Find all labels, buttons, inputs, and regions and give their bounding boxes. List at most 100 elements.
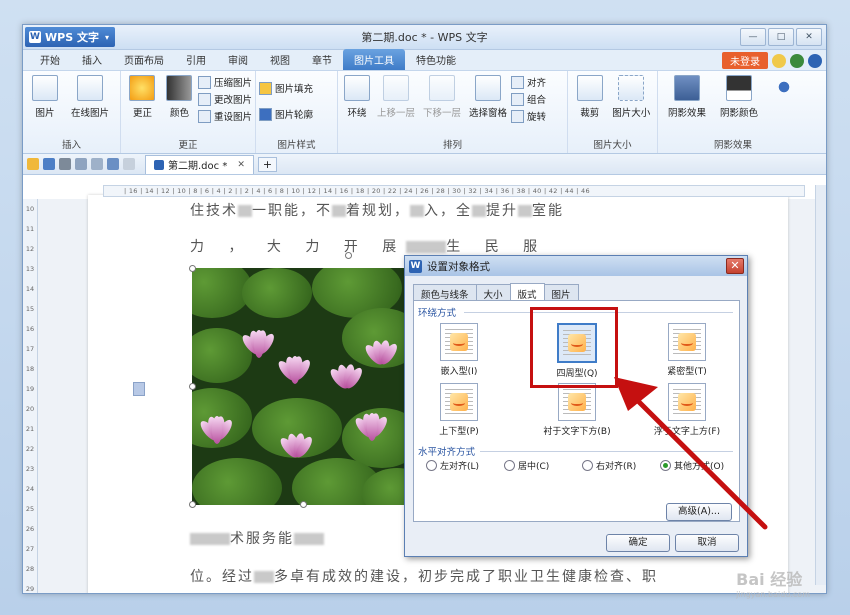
align-center-radio[interactable]: 居中(C) bbox=[504, 459, 549, 472]
resize-handle[interactable] bbox=[345, 252, 352, 259]
tab-home[interactable]: 开始 bbox=[29, 49, 71, 70]
wrap-option-inline[interactable]: 嵌入型(I) bbox=[414, 323, 504, 377]
ok-button[interactable]: 确定 bbox=[606, 534, 670, 552]
minimize-button[interactable]: — bbox=[740, 28, 766, 46]
align-left-radio[interactable]: 左对齐(L) bbox=[426, 459, 479, 472]
spellcheck-icon[interactable] bbox=[91, 158, 103, 170]
online-picture-label: 在线图片 bbox=[70, 108, 109, 119]
watermark-sub: jingyan.baidu.com bbox=[736, 590, 810, 599]
cancel-button[interactable]: 取消 bbox=[675, 534, 739, 552]
radio-label: 左对齐(L) bbox=[440, 462, 480, 472]
maximize-button[interactable]: □ bbox=[768, 28, 794, 46]
skin-icon[interactable] bbox=[772, 53, 786, 68]
tab-references[interactable]: 引用 bbox=[175, 49, 217, 70]
group-size-label: 图片大小 bbox=[593, 140, 632, 151]
shadow-effect-label: 阴影效果 bbox=[667, 108, 706, 119]
tab-picture-tools[interactable]: 图片工具 bbox=[343, 49, 405, 70]
tab-insert[interactable]: 插入 bbox=[71, 49, 113, 70]
align-button[interactable]: 对齐 bbox=[511, 75, 546, 89]
group-icon bbox=[511, 92, 524, 106]
new-tab-button[interactable]: + bbox=[257, 156, 278, 172]
dialog-close-button[interactable]: ✕ bbox=[726, 258, 744, 274]
document-tab[interactable]: 第二期.doc * ✕ bbox=[145, 154, 254, 174]
tab-page-layout[interactable]: 页面布局 bbox=[113, 49, 175, 70]
redaction bbox=[472, 205, 486, 217]
color-button[interactable]: 颜色 bbox=[162, 73, 197, 119]
dialog-title-bar[interactable]: W 设置对象格式 ✕ bbox=[405, 256, 747, 276]
reset-picture-button[interactable]: 重设图片 bbox=[197, 109, 252, 123]
compress-label: 压缩图片 bbox=[213, 78, 252, 89]
open-icon[interactable] bbox=[27, 158, 39, 170]
text-run: 位。经过 bbox=[190, 569, 254, 585]
vruler-mark: 28 bbox=[25, 565, 35, 573]
resize-handle[interactable] bbox=[189, 265, 196, 272]
bring-forward-button[interactable]: 上移一层 bbox=[374, 73, 418, 119]
wrap-option-label: 紧密型(T) bbox=[667, 367, 707, 377]
ribbon-tabs: 开始 插入 页面布局 引用 审阅 视图 章节 图片工具 特色功能 未登录 bbox=[23, 49, 826, 70]
shadow-nudge-buttons[interactable] bbox=[766, 73, 802, 99]
selection-pane-icon bbox=[475, 75, 501, 101]
right-scrollbar[interactable] bbox=[815, 185, 826, 585]
shadow-effect-button[interactable]: 阴影效果 bbox=[662, 73, 712, 119]
print-preview-icon[interactable] bbox=[75, 158, 87, 170]
group-style: 图片填充 图片轮廓 图片样式 bbox=[256, 71, 338, 153]
advanced-button[interactable]: 高级(A)... bbox=[666, 503, 732, 521]
vruler-mark: 20 bbox=[25, 405, 35, 413]
tab-features[interactable]: 特色功能 bbox=[405, 49, 467, 70]
wrap-top-bottom-icon bbox=[440, 383, 478, 421]
align-right-radio[interactable]: 右对齐(R) bbox=[582, 459, 636, 472]
picture-size-button[interactable]: 图片大小 bbox=[610, 73, 653, 119]
picture-fill-button[interactable]: 图片填充 bbox=[259, 81, 313, 95]
wrap-option-top-bottom[interactable]: 上下型(P) bbox=[414, 383, 504, 437]
compress-picture-button[interactable]: 压缩图片 bbox=[197, 75, 252, 89]
resize-handle[interactable] bbox=[300, 501, 307, 508]
vertical-ruler[interactable]: 10 11 12 13 14 15 16 17 18 19 20 21 22 2… bbox=[23, 199, 38, 593]
app-menu-button[interactable]: W WPS 文字 ▾ bbox=[25, 27, 115, 47]
wrap-button[interactable]: 环绕 bbox=[342, 73, 372, 119]
close-icon[interactable]: ✕ bbox=[237, 160, 245, 170]
help-icon[interactable] bbox=[790, 53, 804, 68]
save-icon[interactable] bbox=[43, 158, 55, 170]
wrap-option-tight[interactable]: 紧密型(T) bbox=[642, 323, 732, 377]
group-insert: 图片 在线图片 插入 bbox=[23, 71, 121, 153]
correct-button[interactable]: 更正 bbox=[125, 73, 160, 119]
app-name: WPS 文字 bbox=[45, 31, 99, 44]
selected-picture[interactable] bbox=[192, 268, 411, 505]
selection-pane-button[interactable]: 选择窗格 bbox=[466, 73, 510, 119]
tab-review[interactable]: 审阅 bbox=[217, 49, 259, 70]
group-button[interactable]: 组合 bbox=[511, 92, 546, 106]
resize-handle[interactable] bbox=[189, 383, 196, 390]
dialog-title: 设置对象格式 bbox=[427, 260, 490, 273]
vruler-mark: 11 bbox=[25, 225, 35, 233]
print-icon[interactable] bbox=[59, 158, 71, 170]
wrap-option-in-front[interactable]: 浮于文字上方(F) bbox=[642, 383, 732, 437]
crop-button[interactable]: 裁剪 bbox=[572, 73, 608, 119]
anchor-icon[interactable] bbox=[133, 382, 145, 396]
picture-button[interactable]: 图片 bbox=[27, 73, 63, 119]
tab-view[interactable]: 视图 bbox=[259, 49, 301, 70]
document-line: 力 ， 大 力 开 展 生 民 服 bbox=[190, 236, 547, 256]
selection-pane-label: 选择窗格 bbox=[468, 108, 507, 119]
change-picture-button[interactable]: 更改图片 bbox=[197, 92, 252, 106]
send-backward-button[interactable]: 下移一层 bbox=[420, 73, 464, 119]
redo-icon[interactable] bbox=[123, 158, 135, 170]
undo-icon[interactable] bbox=[107, 158, 119, 170]
horizontal-ruler[interactable]: | 16 | 14 | 12 | 10 | 8 | 6 | 4 | 2 | | … bbox=[103, 185, 805, 197]
divider bbox=[480, 451, 733, 452]
resize-handle[interactable] bbox=[189, 501, 196, 508]
shadow-color-button[interactable]: 阴影颜色 bbox=[714, 73, 764, 119]
login-button[interactable]: 未登录 bbox=[722, 52, 768, 69]
wrap-option-behind-text[interactable]: 衬于文字下方(B) bbox=[532, 383, 622, 437]
arrange-small-buttons: 对齐 组合 旋转 bbox=[511, 75, 546, 123]
vruler-mark: 19 bbox=[25, 385, 35, 393]
document-line: 住技术 一职能，不 着规划， 入，全 提升 室能 bbox=[190, 200, 564, 220]
align-other-radio[interactable]: 其他方式(O) bbox=[660, 459, 724, 472]
rotate-button[interactable]: 旋转 bbox=[511, 109, 546, 123]
quick-access-bar: 第二期.doc * ✕ + bbox=[23, 154, 826, 175]
picture-outline-button[interactable]: 图片轮廓 bbox=[259, 107, 313, 121]
tab-section[interactable]: 章节 bbox=[301, 49, 343, 70]
close-window-button[interactable]: ✕ bbox=[796, 28, 822, 46]
online-picture-button[interactable]: 在线图片 bbox=[65, 73, 115, 119]
group-arrange-label: 排列 bbox=[442, 140, 462, 151]
settings-icon[interactable] bbox=[808, 53, 822, 68]
